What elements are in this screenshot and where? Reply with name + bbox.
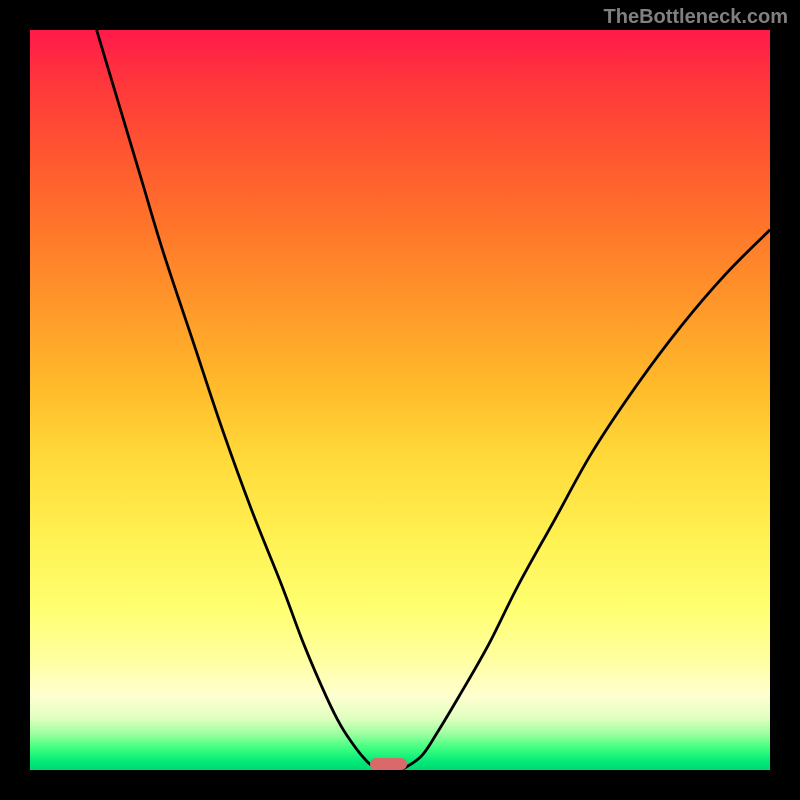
chart-plot-area [30,30,770,770]
chart-curves-svg [30,30,770,770]
watermark-text: TheBottleneck.com [604,6,788,29]
left-curve-path [97,30,378,770]
right-curve-path [400,230,770,770]
bottleneck-marker [370,758,407,770]
